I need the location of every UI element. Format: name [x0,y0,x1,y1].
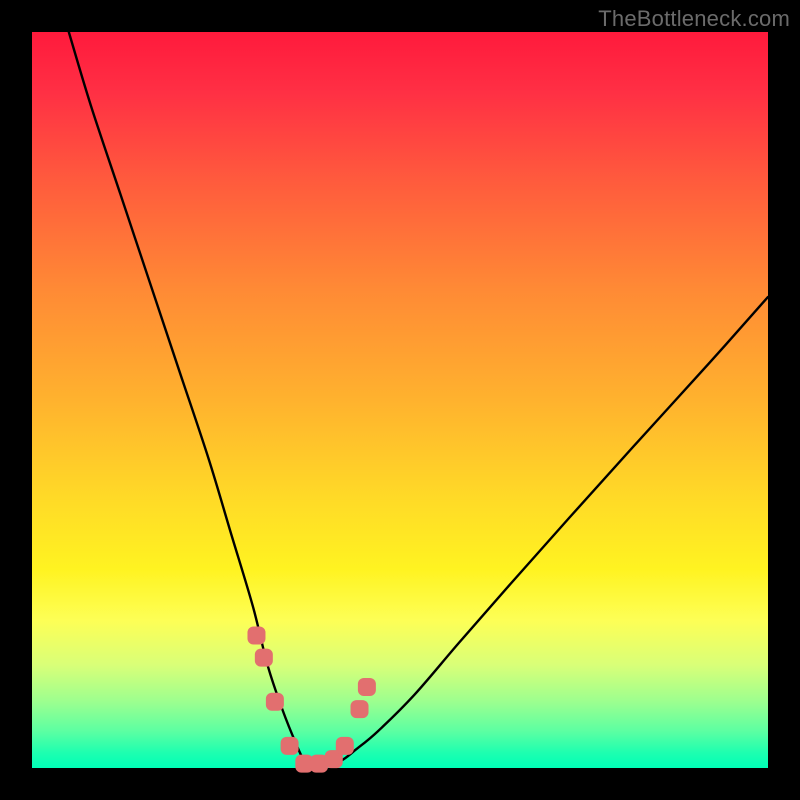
highlight-marker [358,678,376,696]
highlight-marker [247,627,265,645]
chart-svg [32,32,768,768]
highlight-markers [247,627,375,773]
bottleneck-curve [69,32,768,765]
highlight-marker [351,700,369,718]
watermark-text: TheBottleneck.com [598,6,790,32]
highlight-marker [336,737,354,755]
plot-area [32,32,768,768]
chart-frame: TheBottleneck.com [0,0,800,800]
highlight-marker [281,737,299,755]
highlight-marker [255,649,273,667]
highlight-marker [266,693,284,711]
